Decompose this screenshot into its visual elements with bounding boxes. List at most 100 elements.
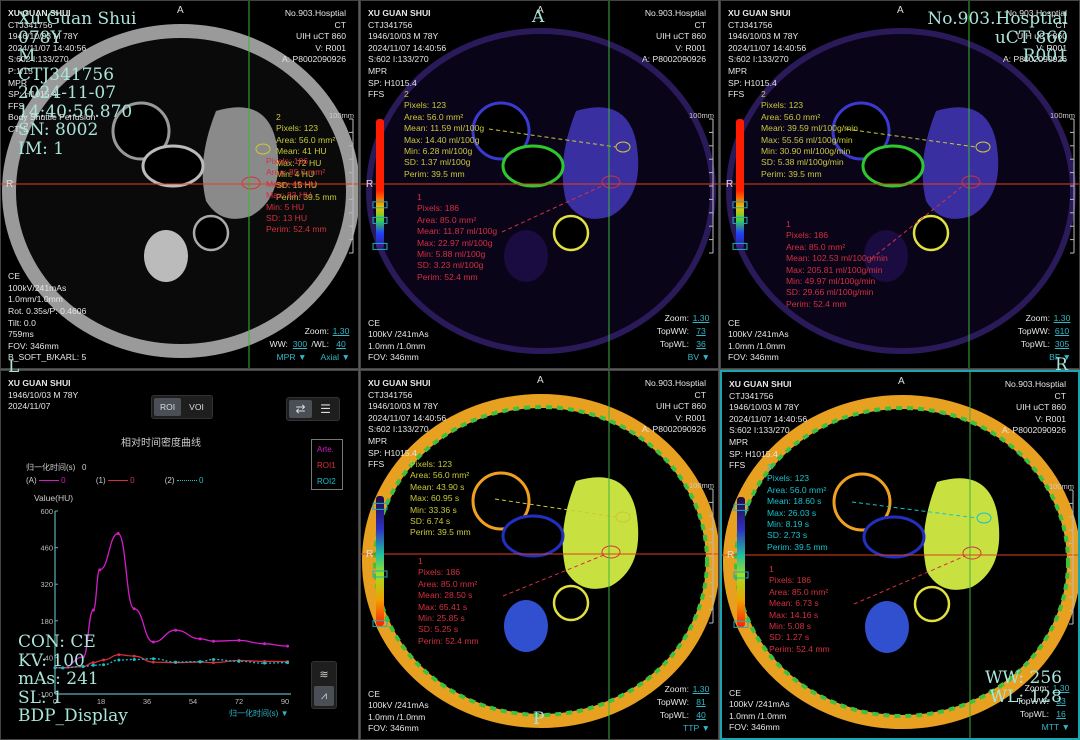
info-line: UIH uCT 860 (656, 31, 706, 42)
orientation-left: R (726, 179, 734, 190)
hospital-info: No.903.Hosptial CT UIH uCT 860 V: R001 A: P8… (642, 8, 706, 66)
dropdown-row: MPR ▼ Axial ▼ (262, 351, 350, 364)
roi-stat-line: Pixels: 186 (266, 156, 309, 166)
viewport-controls: Zoom: 1.30 TopWW: 81 TopWL: 40 TTP ▼ (657, 683, 710, 735)
roi-stat-line: Area: 56.0 mm² (410, 470, 470, 481)
control-value[interactable]: 36 (692, 338, 710, 351)
scale-label: 100mm (688, 111, 714, 120)
vertebra (865, 601, 909, 653)
aorta (552, 214, 590, 252)
info-line: Tilt: 0.0 (8, 317, 36, 328)
control-value[interactable]: 305 (1053, 338, 1071, 351)
dropdown-row: BV ▼ (657, 351, 710, 364)
roi-stat-line: Area: 56.0 mm² (404, 111, 464, 122)
control-label: TopWW: (1017, 326, 1050, 336)
info-line: SP: H1015.4 (368, 447, 417, 458)
roi-stat-line: Perim: 52.4 mm (769, 643, 830, 654)
info-line: SP: H1015.4 (368, 77, 417, 88)
patient-info: XU GUAN SHUI CTJ341756 1946/10/03 M 78Y 202… (728, 8, 806, 101)
roi-stat-line: SD: 5.25 s (418, 624, 459, 635)
roi-stat-line: Max: 22.97 ml/100g (417, 237, 493, 248)
roi-stat-line: Area: 85.0 mm² (786, 241, 846, 252)
data-point (151, 640, 155, 644)
smooth-curve-icon[interactable]: ≋ (314, 664, 334, 684)
roi-stat-line: Mean: 49 HU (266, 178, 317, 189)
control-value[interactable]: 1.30 (692, 683, 710, 696)
control-value[interactable]: 73 (692, 325, 710, 338)
control-row: TopWL: 36 (657, 338, 710, 351)
info-line: 100kV /241mAs (728, 329, 789, 340)
roi-stat-line: Min: 33.36 s (410, 504, 457, 515)
control-value[interactable]: 1.30 (1053, 312, 1071, 325)
overlay-line: Xu Guan Shui (18, 9, 137, 29)
control-value[interactable]: 1.30 (692, 312, 710, 325)
overlay-line: 2024-11-07 (18, 83, 117, 103)
control-value[interactable]: 1.30 (332, 325, 350, 338)
roi-stat-line: Area: 85.0 mm² (418, 578, 478, 589)
control-value[interactable]: 610 (1053, 325, 1071, 338)
scale-label: 100mm (688, 481, 714, 490)
roi2-stats: 2 Pixels: 123 Area: 56.0 mm² Mean: 18.60 sM… (767, 462, 828, 553)
control-label: TopWL: (659, 710, 689, 720)
roi-stat-line: Pixels: 123 (767, 473, 810, 484)
viewport-bv-map[interactable]: XU GUAN SHUI CTJ341756 1946/10/03 M 78Y 202… (360, 0, 719, 369)
roi-stat-line: Area: 85.0 mm² (417, 214, 477, 225)
roi-stat-line: SD: 13 HU (266, 213, 308, 224)
control-value[interactable]: 16 (1052, 708, 1070, 721)
roi-stat-line: Mean: 28.50 s (418, 590, 473, 601)
roi-stat-line: Pixels: 123 (404, 100, 447, 111)
roi-stat-line: Max: 205.81 ml/100g/min (786, 264, 883, 275)
info-line: SP: H1015.4 (728, 77, 777, 88)
roi-stat-line: Perim: 52.4 mm (786, 298, 847, 309)
roi-stat-line: Min: 5.88 ml/100g (417, 249, 486, 260)
dropdown-row: TTP ▼ (657, 722, 710, 735)
orientation-posterior-label: P (533, 709, 545, 729)
roi-stat-line: Mean: 18.60 s (767, 496, 822, 507)
control-value[interactable]: 40 (692, 709, 710, 722)
info-line: V: R001 (315, 42, 346, 53)
roi-stat-line: Perim: 39.5 mm (761, 168, 822, 179)
raw-curve-icon[interactable]: ⩘ (314, 686, 334, 706)
control-value[interactable]: 300 (291, 338, 309, 351)
control-row: TopWL: 40 (657, 709, 710, 722)
viewport-ttp-map[interactable]: XU GUAN SHUI CTJ341756 1946/10/03 M 78Y 202… (360, 370, 719, 740)
roi-stat-line: Mean: 11.59 ml/100g (404, 123, 485, 134)
info-line: CT (334, 19, 346, 30)
roi1-stats: 1 Pixels: 186 Area: 85.0 mm² Mean: 11.87 ml… (417, 192, 497, 283)
control-value[interactable]: 40 (332, 338, 350, 351)
x-tick-label: 90 (281, 697, 289, 706)
info-line: 1.0mm /1.0mm (368, 340, 426, 351)
info-line: MPR (368, 435, 388, 446)
map-type-dropdown[interactable]: MPR ▼ (276, 352, 306, 362)
control-row: TopWW: 73 (657, 325, 710, 338)
map-type-dropdown[interactable]: TTP ▼ (683, 723, 710, 733)
info-line: XU GUAN SHUI (728, 8, 791, 18)
heart-region (922, 107, 999, 219)
info-line: 100kV /241mAs (368, 700, 429, 711)
map-type-dropdown[interactable]: BV ▼ (688, 352, 710, 362)
info-line: 1.0mm /1.0mm (368, 711, 426, 722)
info-line: V: R001 (675, 412, 706, 423)
control-row: TopWL: 305 (1018, 338, 1071, 351)
info-line: CTJ341756 (729, 390, 774, 401)
y-tick-label: 180 (40, 617, 53, 626)
data-point (286, 661, 290, 665)
overlay-acquisition-info: CON: CE KV: 100 mAs: 241 SL: 1 BDP_Display (18, 633, 128, 726)
roi-stat-line: 2 (404, 89, 409, 99)
overlay-line: KV: 100 (18, 650, 85, 671)
orientation-top: A (897, 5, 904, 16)
roi1-stats: Pixels: 186 Area: 85.0 mm² Mean: 49 HU Max:… (266, 156, 327, 236)
info-line: 2024/11/07 14:40:56 (368, 42, 447, 53)
y-tick-label: 600 (40, 507, 53, 516)
roi-stat-line: 1 (769, 564, 774, 574)
info-line: XU GUAN SHUI (368, 378, 431, 388)
control-value[interactable]: 81 (692, 696, 710, 709)
overlay-line: M (18, 46, 36, 66)
orientation-left-label: L (8, 357, 20, 377)
roi1-stats: 1 Pixels: 186 Area: 85.0 mm² Mean: 28.50 sM… (418, 556, 479, 647)
map-type-dropdown[interactable]: MTT ▼ (1042, 722, 1070, 732)
map-type-dropdown[interactable]: Axial ▼ (320, 352, 350, 362)
hospital-info: No.903.Hosptial CT UIH uCT 860 V: R001 A: P8… (642, 378, 706, 436)
x-axis-dropdown[interactable]: 归一化时间(s) ▼ (229, 708, 288, 720)
roi-stat-line: SD: 2.73 s (767, 530, 808, 541)
